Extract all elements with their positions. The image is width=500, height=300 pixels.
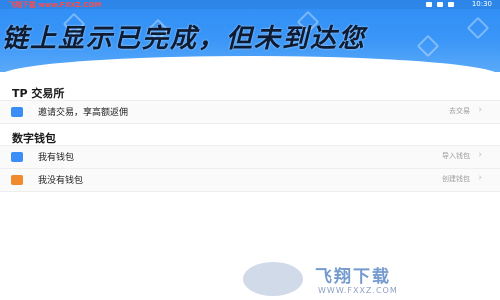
wallet-icon (11, 152, 23, 162)
wallet-row-action: 导入钱包 (442, 152, 470, 160)
signal-icon (425, 2, 432, 7)
exchange-section-title: TP 交易所 (12, 87, 65, 100)
wifi-icon (436, 2, 443, 7)
chevron-right-icon: › (478, 105, 482, 115)
exchange-row-label: 邀请交易，享高额返佣 (38, 108, 129, 118)
battery-icon (448, 2, 454, 7)
chevron-right-icon: › (478, 173, 482, 183)
watermark-url: WWW.FXXZ.COM (318, 286, 398, 295)
diamond-decoration-icon (416, 34, 440, 58)
wave-divider (0, 56, 500, 72)
status-bar: 飞翔下载 www.FXXZ.COM 10:30 (0, 0, 500, 9)
watermark-logo-icon (243, 262, 303, 296)
wallet-row-action: 创建钱包 (442, 175, 470, 183)
status-time: 10:30 (471, 0, 492, 8)
watermark-brand: 飞翔下载 (315, 267, 391, 287)
status-source-text: 飞翔下载 www.FXXZ.COM (8, 1, 102, 9)
wallet-row-none[interactable]: 我没有钱包 创建钱包 › (0, 168, 500, 192)
exchange-icon (11, 107, 23, 117)
chevron-right-icon: › (478, 150, 482, 160)
status-icons (423, 1, 454, 9)
exchange-row[interactable]: 邀请交易，享高额返佣 去交易 › (0, 100, 500, 124)
wallet-row-label: 我没有钱包 (38, 176, 84, 186)
banner-title: 链上显示已完成，但未到达您 (2, 24, 367, 54)
diamond-decoration-icon (466, 16, 490, 40)
main-panel: TP 交易所 邀请交易，享高额返佣 去交易 › 数字钱包 我有钱包 导入钱包 ›… (0, 72, 500, 300)
hero-banner: 飞翔下载 www.FXXZ.COM 10:30 链上显示已完成，但未到达您 (0, 0, 500, 72)
wallet-row-label: 我有钱包 (38, 153, 75, 163)
wallet-section-title: 数字钱包 (12, 132, 56, 145)
create-wallet-icon (11, 175, 23, 185)
exchange-row-action: 去交易 (449, 107, 470, 115)
wallet-row-have[interactable]: 我有钱包 导入钱包 › (0, 145, 500, 169)
